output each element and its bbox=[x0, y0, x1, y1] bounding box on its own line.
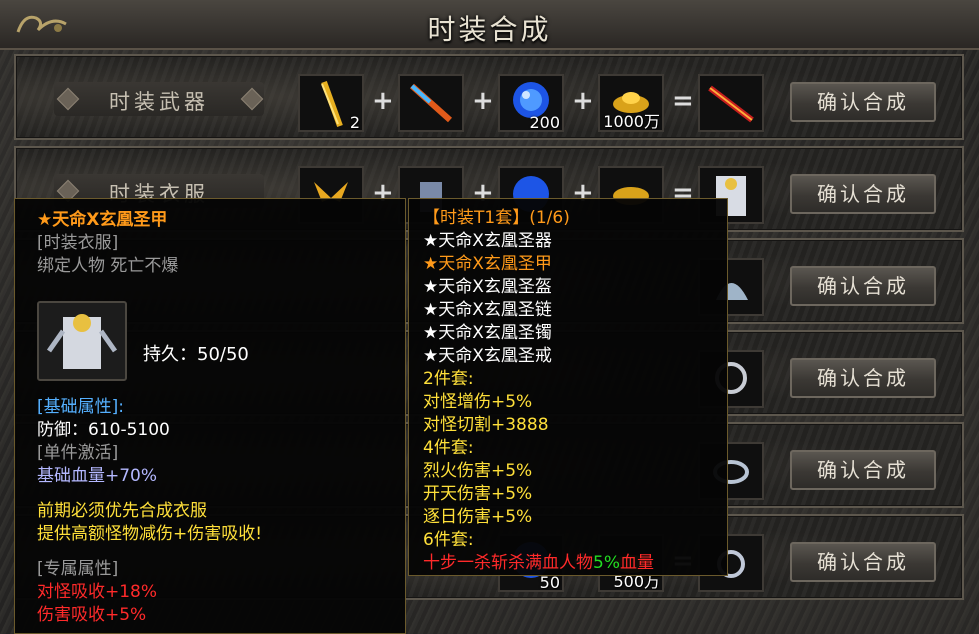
set6-bonus-tail: 血量 bbox=[619, 553, 654, 573]
item-icon-box bbox=[37, 301, 127, 381]
material-slot-fire-blade[interactable] bbox=[398, 74, 464, 132]
category-label-weapon: 时装武器 bbox=[54, 82, 264, 116]
window-title: 时装合成 bbox=[427, 13, 552, 46]
exclusive-attr-2: 伤害吸收+5% bbox=[37, 605, 147, 625]
fashion-weapon-icon bbox=[708, 85, 754, 123]
plus-sign: + bbox=[472, 86, 494, 116]
set-piece: ★天命X玄凰圣戒 bbox=[423, 346, 552, 366]
fire-blade-icon bbox=[409, 83, 453, 123]
set4-bonus: 开天伤害+5% bbox=[423, 484, 533, 504]
set-piece-active: ★天命X玄凰圣甲 bbox=[423, 254, 552, 274]
plus-sign: + bbox=[372, 86, 394, 116]
set-piece: ★天命X玄凰圣盔 bbox=[423, 277, 552, 297]
exclusive-attr-1: 对怪吸收+18% bbox=[37, 582, 158, 602]
slot-count: 2 bbox=[349, 113, 360, 132]
result-slot-weapon[interactable] bbox=[698, 74, 764, 132]
confirm-synthesis-button[interactable]: 确认合成 bbox=[790, 174, 936, 214]
item-type: [时装衣服] bbox=[37, 233, 119, 253]
material-slot-gold-ingot[interactable]: 1000万 bbox=[598, 74, 664, 132]
set-tooltip: 【时装T1套】(1/6) ★天命X玄凰圣器 ★天命X玄凰圣甲 ★天命X玄凰圣盔 … bbox=[408, 198, 728, 576]
synthesis-row-weapon: 时装武器 2 + + 200 + 1000万 = 确认合成 bbox=[14, 54, 964, 140]
item-binding: 绑定人物 死亡不爆 bbox=[37, 256, 179, 276]
armor-figure-icon bbox=[46, 314, 118, 369]
plus-sign: + bbox=[572, 86, 594, 116]
confirm-synthesis-button[interactable]: 确认合成 bbox=[790, 450, 936, 490]
slot-count: 200 bbox=[529, 113, 560, 132]
confirm-synthesis-button[interactable]: 确认合成 bbox=[790, 82, 936, 122]
set6-bonus-percent: 5% bbox=[593, 553, 620, 573]
material-slot-blue-orb[interactable]: 200 bbox=[498, 74, 564, 132]
exclusive-attr-header: [专属属性] bbox=[37, 559, 119, 579]
item-durability: 持久：50/50 bbox=[143, 344, 249, 365]
item-name: ★天命X玄凰圣甲 bbox=[37, 210, 168, 230]
base-attr-header: [基础属性]: bbox=[37, 397, 124, 417]
set-piece: ★天命X玄凰圣链 bbox=[423, 300, 552, 320]
item-desc-1: 前期必须优先合成衣服 bbox=[37, 501, 207, 521]
equals-sign: = bbox=[672, 86, 694, 116]
confirm-synthesis-button[interactable]: 确认合成 bbox=[790, 358, 936, 398]
set-header: 【时装T1套】(1/6) bbox=[423, 208, 570, 228]
hp-bonus: 基础血量+70% bbox=[37, 466, 158, 486]
slot-count: 1000万 bbox=[603, 112, 660, 131]
set6-bonus-text: 十步一杀斩杀满血人物 bbox=[423, 553, 593, 573]
category-text: 时装武器 bbox=[109, 90, 209, 114]
material-slot-golden-sword[interactable]: 2 bbox=[298, 74, 364, 132]
set-piece: ★天命X玄凰圣镯 bbox=[423, 323, 552, 343]
set2-bonus: 对怪切割+3888 bbox=[423, 415, 549, 435]
set6-bonus: 十步一杀斩杀满血人物5%血量 bbox=[423, 552, 713, 575]
defense-stat: 防御：610-5100 bbox=[37, 420, 170, 440]
confirm-synthesis-button[interactable]: 确认合成 bbox=[790, 266, 936, 306]
set4-bonus: 烈火伤害+5% bbox=[423, 461, 533, 481]
confirm-synthesis-button[interactable]: 确认合成 bbox=[790, 542, 936, 582]
title-bar: 时装合成 bbox=[0, 0, 979, 50]
item-desc-2: 提供高额怪物减伤+伤害吸收! bbox=[37, 524, 263, 544]
set4-bonus: 逐日伤害+5% bbox=[423, 507, 533, 527]
single-activate-header: [单件激活] bbox=[37, 443, 119, 463]
set6-header: 6件套: bbox=[423, 530, 474, 550]
set4-header: 4件套: bbox=[423, 438, 474, 458]
set-piece: ★天命X玄凰圣器 bbox=[423, 231, 552, 251]
set2-header: 2件套: bbox=[423, 369, 474, 389]
set2-bonus: 对怪增伤+5% bbox=[423, 392, 533, 412]
item-tooltip: ★天命X玄凰圣甲 [时装衣服] 绑定人物 死亡不爆 持久：50/50 [基础属性… bbox=[14, 198, 406, 634]
